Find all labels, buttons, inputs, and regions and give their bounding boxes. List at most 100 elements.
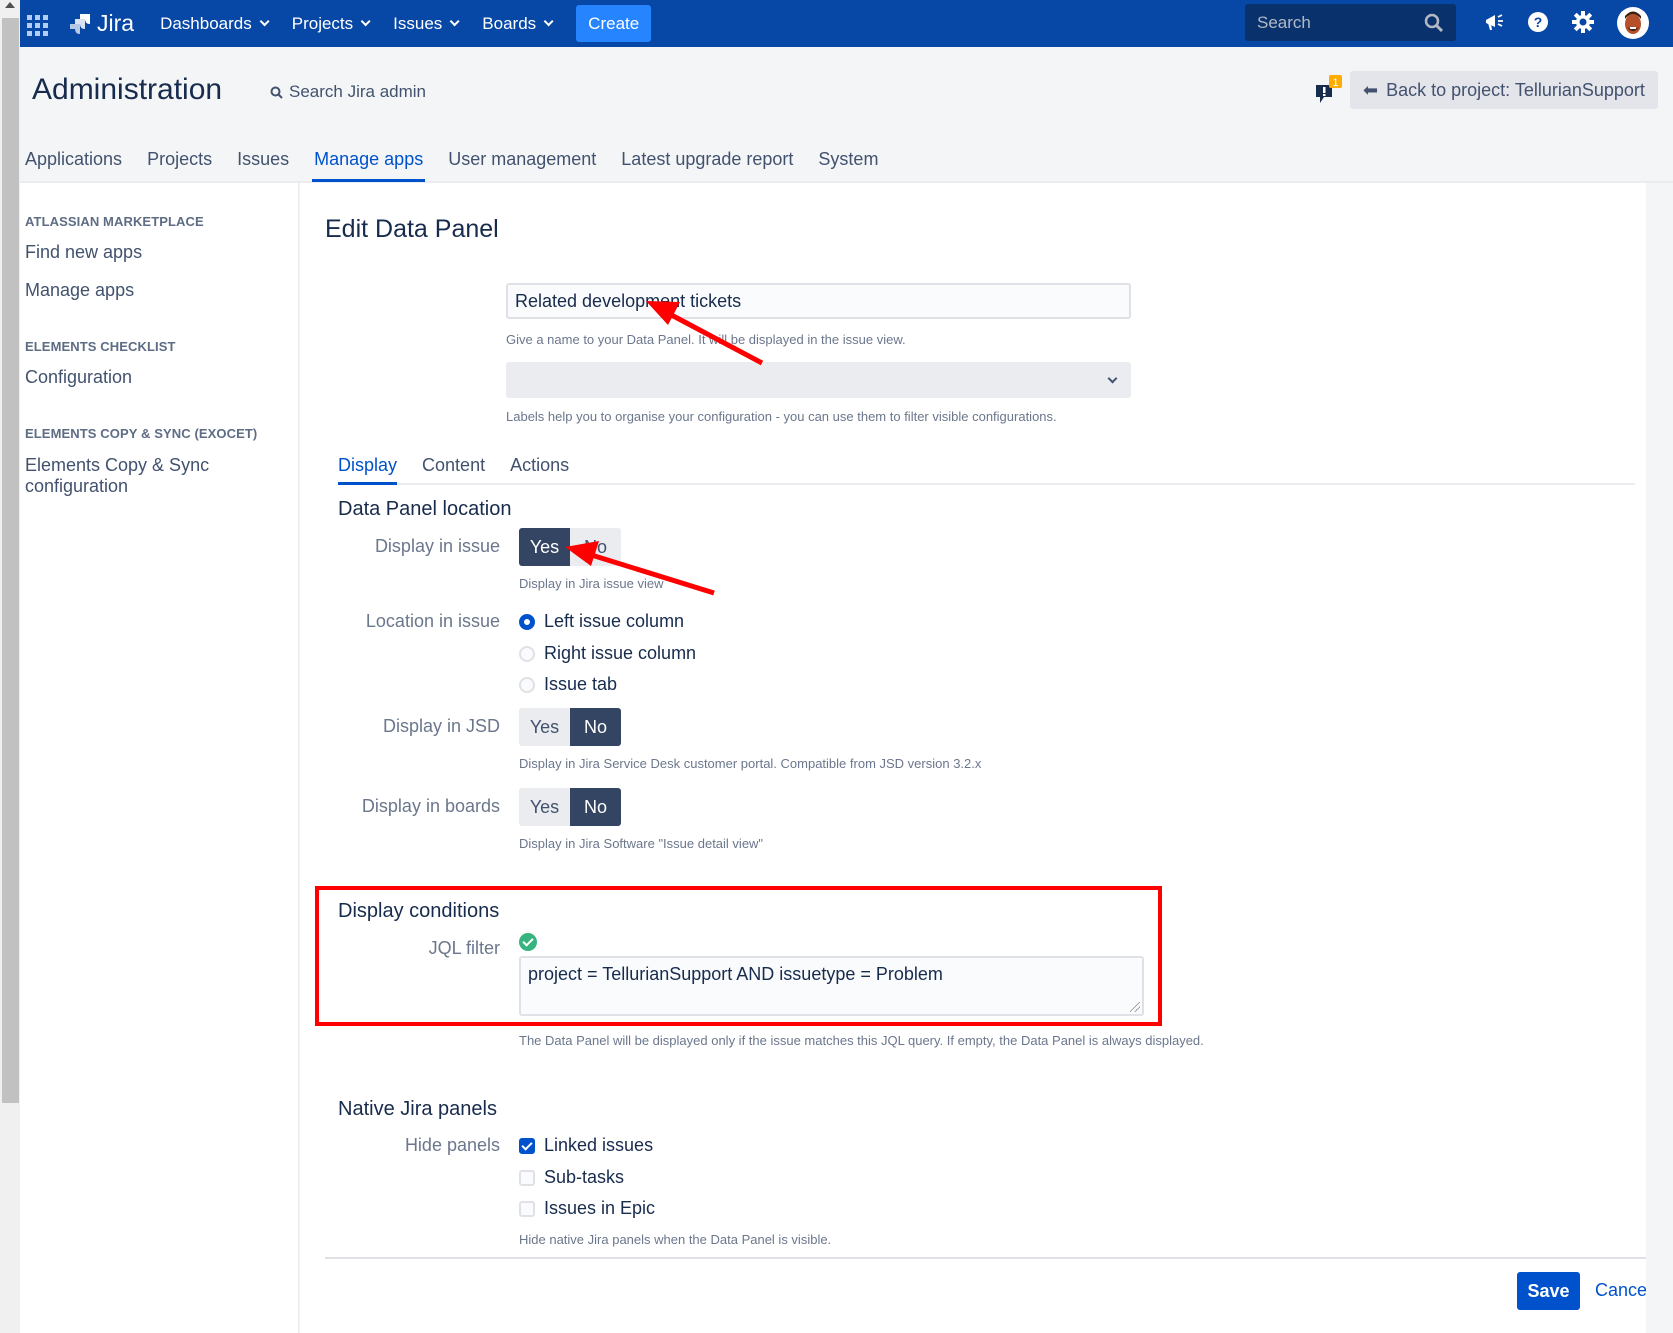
search-jira-admin-label: Search Jira admin (289, 82, 427, 101)
labels-help: Labels help you to organise your configu… (506, 409, 1057, 424)
hide-panels-help: Hide native Jira panels when the Data Pa… (519, 1232, 832, 1247)
hide-panels-label: Hide panels (404, 1135, 500, 1155)
radio-selected-icon (519, 613, 535, 630)
right-gutter (1646, 183, 1673, 1333)
jql-filter-textarea[interactable]: project = TellurianSupport AND issuetype… (519, 956, 1144, 1016)
back-to-project-label: Back to project: TellurianSupport (1386, 79, 1645, 100)
display-in-jsd-toggle: Yes No (519, 708, 621, 746)
nav-projects-label: Projects (291, 13, 354, 33)
search-jira-admin-link[interactable]: Search Jira admin (270, 82, 426, 102)
sidebar-item-manage-apps[interactable]: Manage apps (25, 280, 134, 301)
tab-issues[interactable]: Issues (237, 149, 289, 180)
sidebar-heading-elements-checklist: ELEMENTS CHECKLIST (25, 339, 176, 354)
create-button[interactable]: Create (576, 5, 652, 42)
display-in-issue-label: Display in issue (374, 536, 500, 556)
display-in-boards-no[interactable]: No (570, 788, 621, 826)
search-icon (270, 86, 283, 99)
sidebar-item-configuration[interactable]: Configuration (25, 367, 132, 388)
tab-content[interactable]: Content (422, 455, 485, 483)
nav-issues[interactable]: Issues (393, 14, 460, 34)
scrollbar-thumb[interactable] (2, 18, 19, 1103)
nav-dashboards-label: Dashboards (160, 13, 252, 33)
radio-label: Left issue column (544, 611, 685, 631)
back-to-project-button[interactable]: ⬅ Back to project: TellurianSupport (1350, 71, 1658, 109)
tab-latest-upgrade-report[interactable]: Latest upgrade report (621, 149, 793, 180)
name-help: Give a name to your Data Panel. It will … (506, 332, 906, 347)
checkbox-linked-issues[interactable]: Linked issues (519, 1135, 653, 1156)
chevron-down-icon (543, 16, 554, 27)
admin-tabs: Applications Projects Issues Manage apps… (25, 149, 903, 182)
svg-text:?: ? (1534, 14, 1543, 30)
tab-applications[interactable]: Applications (25, 149, 122, 180)
tab-system[interactable]: System (818, 149, 878, 180)
radio-unselected-icon (519, 645, 535, 662)
product-name: Jira (97, 10, 135, 36)
search-input[interactable]: Search (1245, 4, 1456, 41)
checkbox-unchecked-icon (519, 1200, 535, 1217)
tab-user-management[interactable]: User management (448, 149, 596, 180)
checkbox-checked-icon (519, 1137, 535, 1154)
sidebar-item-find-new-apps[interactable]: Find new apps (25, 242, 142, 263)
display-in-issue-no[interactable]: No (570, 528, 621, 566)
search-placeholder: Search (1257, 12, 1311, 32)
user-avatar[interactable] (1617, 7, 1649, 39)
labels-select[interactable] (506, 362, 1131, 398)
display-in-jsd-no[interactable]: No (570, 708, 621, 746)
jql-filter-value: project = TellurianSupport AND issuetype… (528, 964, 943, 984)
native-jira-panels-heading: Native Jira panels (338, 1098, 497, 1120)
back-arrow-icon: ⬅ (1363, 79, 1379, 100)
form-divider (325, 1257, 1646, 1259)
feedback-button[interactable]: 1 (1314, 75, 1344, 110)
tab-projects[interactable]: Projects (147, 149, 212, 180)
display-in-boards-help: Display in Jira Software "Issue detail v… (519, 836, 764, 851)
settings-gear-icon[interactable] (1572, 11, 1594, 33)
tab-display[interactable]: Display (338, 455, 398, 485)
tab-actions[interactable]: Actions (510, 455, 569, 483)
radio-issue-tab[interactable]: Issue tab (519, 674, 617, 695)
radio-right-issue-column[interactable]: Right issue column (519, 643, 696, 664)
nav-dashboards[interactable]: Dashboards (160, 13, 270, 34)
page-scrollbar[interactable] (0, 0, 20, 1333)
checkbox-unchecked-icon (519, 1169, 535, 1186)
save-button[interactable]: Save (1517, 1272, 1580, 1310)
location-in-issue-label: Location in issue (365, 611, 500, 631)
sidebar-heading-elements-copy-sync: ELEMENTS COPY & SYNC (EXOCET) (25, 426, 258, 441)
resize-grip-icon[interactable] (1130, 1002, 1140, 1012)
jira-logo[interactable]: Jira (69, 10, 134, 37)
data-panel-tabs: Display Content Actions (338, 455, 1635, 485)
display-in-boards-yes[interactable]: Yes (519, 788, 570, 826)
nav-boards[interactable]: Boards (482, 13, 554, 34)
checkbox-label: Sub-tasks (544, 1167, 625, 1187)
display-in-issue-toggle: Yes No (519, 528, 621, 566)
display-conditions-heading: Display conditions (338, 900, 500, 922)
admin-header: Administration Search Jira admin 1 ⬅ Bac… (20, 47, 1673, 183)
app-switcher-icon[interactable] (25, 13, 48, 36)
jql-valid-check-icon (519, 933, 537, 951)
cancel-link[interactable]: Cancel (1595, 1280, 1651, 1301)
help-icon[interactable]: ? (1527, 11, 1549, 33)
display-in-issue-yes[interactable]: Yes (519, 528, 570, 566)
display-in-boards-toggle: Yes No (519, 788, 621, 826)
nav-projects[interactable]: Projects (291, 13, 371, 34)
name-input-value: Related development tickets (515, 290, 742, 311)
feedback-chat-icon: 1 (1316, 75, 1342, 103)
checkbox-label: Linked issues (544, 1135, 654, 1155)
radio-unselected-icon (519, 676, 535, 693)
edit-data-panel-title: Edit Data Panel (325, 215, 499, 243)
tab-manage-apps[interactable]: Manage apps (312, 149, 426, 182)
chevron-down-icon (1107, 373, 1118, 384)
radio-left-issue-column[interactable]: Left issue column (519, 611, 684, 632)
notifications-megaphone-icon[interactable] (1483, 11, 1505, 33)
nav-boards-label: Boards (482, 13, 537, 33)
checkbox-issues-in-epic[interactable]: Issues in Epic (519, 1198, 655, 1219)
data-panel-location-heading: Data Panel location (338, 498, 512, 520)
scroll-up-arrow-icon[interactable] (5, 2, 15, 8)
display-in-jsd-yes[interactable]: Yes (519, 708, 570, 746)
jql-filter-help: The Data Panel will be displayed only if… (519, 1033, 1204, 1048)
chevron-down-icon (259, 16, 270, 27)
sidebar-item-elements-copy-sync-config[interactable]: Elements Copy & Sync configuration (25, 455, 225, 497)
checkbox-sub-tasks[interactable]: Sub-tasks (519, 1167, 624, 1188)
search-icon (1424, 13, 1444, 33)
name-input[interactable]: Related development tickets (506, 283, 1131, 319)
sidebar-heading-marketplace: ATLASSIAN MARKETPLACE (25, 214, 204, 229)
